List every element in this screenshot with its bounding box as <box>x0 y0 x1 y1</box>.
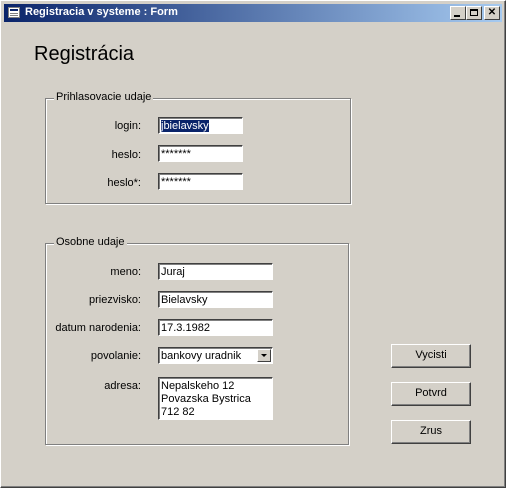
close-button[interactable]: ✕ <box>484 6 500 20</box>
form-title: Registrácia <box>34 43 135 65</box>
occupation-label: povolanie: <box>90 350 141 362</box>
occupation-value: bankovy uradnik <box>161 350 242 362</box>
birthdate-input[interactable]: 17.3.1982 <box>158 319 273 336</box>
surname-label: priezvisko: <box>89 294 141 306</box>
maximize-icon <box>470 9 478 16</box>
name-input[interactable]: Juraj <box>158 263 273 280</box>
minimize-button[interactable] <box>450 6 466 20</box>
window-title: Registracia v systeme : Form <box>25 6 178 18</box>
form-icon <box>8 7 20 18</box>
personal-groupbox-legend: Osobne udaje <box>54 236 127 248</box>
minimize-icon <box>454 15 460 17</box>
password-confirm-label: heslo*: <box>107 177 141 189</box>
login-groupbox-legend: Prihlasovacie udaje <box>54 91 154 103</box>
address-label: adresa: <box>104 380 141 392</box>
confirm-button[interactable]: Potvrd <box>391 382 471 406</box>
password-confirm-input[interactable]: ******* <box>158 173 243 190</box>
maximize-button[interactable] <box>466 6 482 20</box>
close-icon: ✕ <box>487 7 497 18</box>
name-label: meno: <box>110 266 141 278</box>
cancel-button[interactable]: Zrus <box>391 420 471 444</box>
address-textarea[interactable]: Nepalskeho 12 Povazska Bystrica 712 82 <box>158 377 273 420</box>
login-value: jbielavsky <box>161 120 209 132</box>
login-label: login: <box>114 120 141 132</box>
password-input[interactable]: ******* <box>158 145 243 162</box>
login-input[interactable]: jbielavsky <box>158 117 243 134</box>
birthdate-label: datum narodenia: <box>55 322 141 334</box>
password-label: heslo: <box>111 149 141 161</box>
form-window: Registracia v systeme : Form ✕ Registrác… <box>0 0 506 488</box>
surname-input[interactable]: Bielavsky <box>158 291 273 308</box>
clear-button[interactable]: Vycisti <box>391 344 471 368</box>
occupation-select[interactable]: bankovy uradnik <box>158 347 273 364</box>
title-bar[interactable]: Registracia v systeme : Form ✕ <box>4 4 502 22</box>
chevron-down-icon[interactable] <box>257 349 271 362</box>
